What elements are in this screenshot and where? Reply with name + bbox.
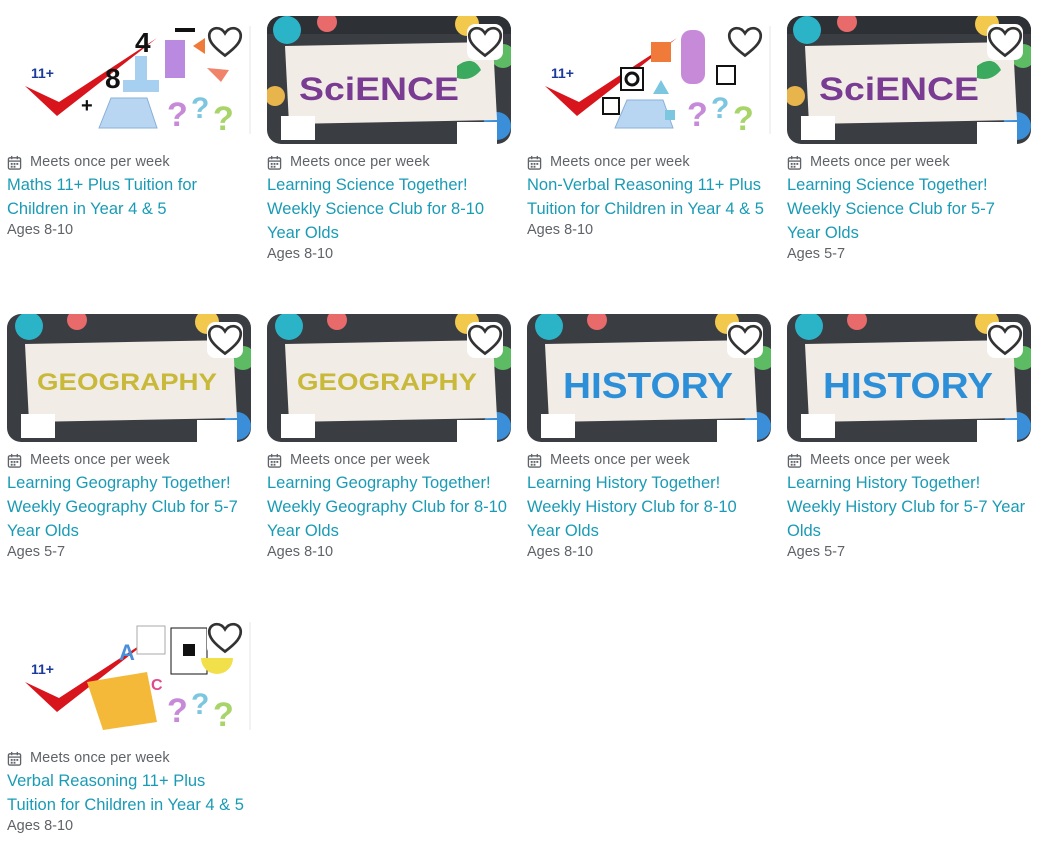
age-range: Ages 8-10 [267, 246, 334, 262]
calendar-icon [267, 155, 282, 170]
calendar-icon [527, 453, 542, 468]
svg-text:+: + [81, 95, 93, 117]
age-range: Ages 8-10 [527, 544, 594, 560]
svg-text:HISTORY: HISTORY [823, 365, 993, 406]
calendar-icon [787, 155, 802, 170]
heart-icon [207, 26, 243, 58]
class-card[interactable]: SciENCE Meets once per week Learning Sci… [787, 16, 1031, 262]
svg-text:11+: 11+ [31, 661, 54, 677]
favorite-button[interactable] [207, 620, 243, 656]
svg-text:C: C [151, 677, 163, 694]
svg-text:HISTORY: HISTORY [563, 365, 733, 406]
svg-text:8: 8 [105, 63, 121, 94]
class-card[interactable]: GEOGRAPHY Meets once per week Learning G… [267, 314, 511, 560]
svg-text:GEOGRAPHY: GEOGRAPHY [37, 369, 217, 396]
class-title-link[interactable]: Non-Verbal Reasoning 11+ Plus Tuition fo… [527, 173, 771, 221]
class-thumbnail[interactable]: GEOGRAPHY [267, 314, 511, 442]
favorite-button[interactable] [207, 24, 243, 60]
age-range: Ages 8-10 [527, 222, 594, 238]
meeting-frequency: Meets once per week [290, 452, 430, 468]
class-card[interactable]: 11+ A C ? ? ? Meets once per week Verbal… [7, 612, 251, 834]
class-card[interactable]: 11+ 4 8 + ? ? ? Meets once per week Math… [7, 16, 251, 238]
heart-icon [987, 26, 1023, 58]
svg-text:SciENCE: SciENCE [299, 71, 459, 107]
class-title-link[interactable]: Learning Science Together! Weekly Scienc… [267, 173, 511, 245]
calendar-icon [267, 453, 282, 468]
calendar-icon [527, 155, 542, 170]
class-card[interactable]: GEOGRAPHY Meets once per week Learning G… [7, 314, 251, 560]
svg-text:?: ? [167, 692, 188, 730]
favorite-button[interactable] [207, 322, 243, 358]
class-thumbnail[interactable]: SciENCE [267, 16, 511, 144]
class-title-link[interactable]: Maths 11+ Plus Tuition for Children in Y… [7, 173, 251, 221]
class-thumbnail[interactable]: GEOGRAPHY [7, 314, 251, 442]
favorite-button[interactable] [727, 24, 763, 60]
age-range: Ages 8-10 [267, 544, 334, 560]
heart-icon [467, 26, 503, 58]
class-card[interactable]: SciENCE Meets once per week Learning Sci… [267, 16, 511, 262]
age-range: Ages 8-10 [7, 222, 74, 238]
heart-icon [207, 324, 243, 356]
favorite-button[interactable] [987, 24, 1023, 60]
svg-text:4: 4 [135, 27, 151, 58]
class-thumbnail[interactable]: 11+ 4 8 + ? ? ? [7, 16, 251, 144]
class-thumbnail[interactable]: HISTORY [787, 314, 1031, 442]
svg-text:GEOGRAPHY: GEOGRAPHY [297, 369, 477, 396]
svg-text:11+: 11+ [551, 65, 574, 81]
meeting-frequency: Meets once per week [290, 154, 430, 170]
svg-text:11+: 11+ [31, 65, 54, 81]
meeting-frequency: Meets once per week [550, 452, 690, 468]
calendar-icon [7, 155, 22, 170]
meeting-frequency: Meets once per week [550, 154, 690, 170]
heart-icon [207, 622, 243, 654]
class-thumbnail[interactable]: HISTORY [527, 314, 771, 442]
svg-text:?: ? [687, 96, 708, 134]
class-card[interactable]: 11+ ? ? ? Meets once per week Non-Verbal… [527, 16, 771, 238]
favorite-button[interactable] [467, 24, 503, 60]
class-title-link[interactable]: Learning Geography Together! Weekly Geog… [7, 471, 251, 543]
favorite-button[interactable] [727, 322, 763, 358]
meeting-frequency: Meets once per week [30, 750, 170, 766]
heart-icon [727, 26, 763, 58]
heart-icon [727, 324, 763, 356]
class-thumbnail[interactable]: 11+ A C ? ? ? [7, 612, 251, 740]
age-range: Ages 5-7 [787, 246, 846, 262]
meeting-frequency: Meets once per week [30, 154, 170, 170]
class-title-link[interactable]: Learning History Together! Weekly Histor… [787, 471, 1031, 543]
favorite-button[interactable] [467, 322, 503, 358]
meeting-frequency: Meets once per week [810, 452, 950, 468]
class-title-link[interactable]: Learning Science Together! Weekly Scienc… [787, 173, 1031, 245]
meeting-frequency: Meets once per week [30, 452, 170, 468]
class-title-link[interactable]: Learning Geography Together! Weekly Geog… [267, 471, 511, 543]
favorite-button[interactable] [987, 322, 1023, 358]
class-card[interactable]: HISTORY Meets once per week Learning His… [527, 314, 771, 560]
calendar-icon [7, 751, 22, 766]
svg-text:?: ? [167, 96, 188, 134]
heart-icon [987, 324, 1023, 356]
age-range: Ages 8-10 [7, 818, 74, 834]
calendar-icon [787, 453, 802, 468]
age-range: Ages 5-7 [7, 544, 66, 560]
calendar-icon [7, 453, 22, 468]
svg-text:A: A [119, 640, 135, 665]
class-title-link[interactable]: Learning History Together! Weekly Histor… [527, 471, 771, 543]
class-thumbnail[interactable]: SciENCE [787, 16, 1031, 144]
class-title-link[interactable]: Verbal Reasoning 11+ Plus Tuition for Ch… [7, 769, 251, 817]
class-card[interactable]: HISTORY Meets once per week Learning His… [787, 314, 1031, 560]
heart-icon [467, 324, 503, 356]
meeting-frequency: Meets once per week [810, 154, 950, 170]
age-range: Ages 5-7 [787, 544, 846, 560]
svg-text:SciENCE: SciENCE [819, 71, 979, 107]
class-thumbnail[interactable]: 11+ ? ? ? [527, 16, 771, 144]
